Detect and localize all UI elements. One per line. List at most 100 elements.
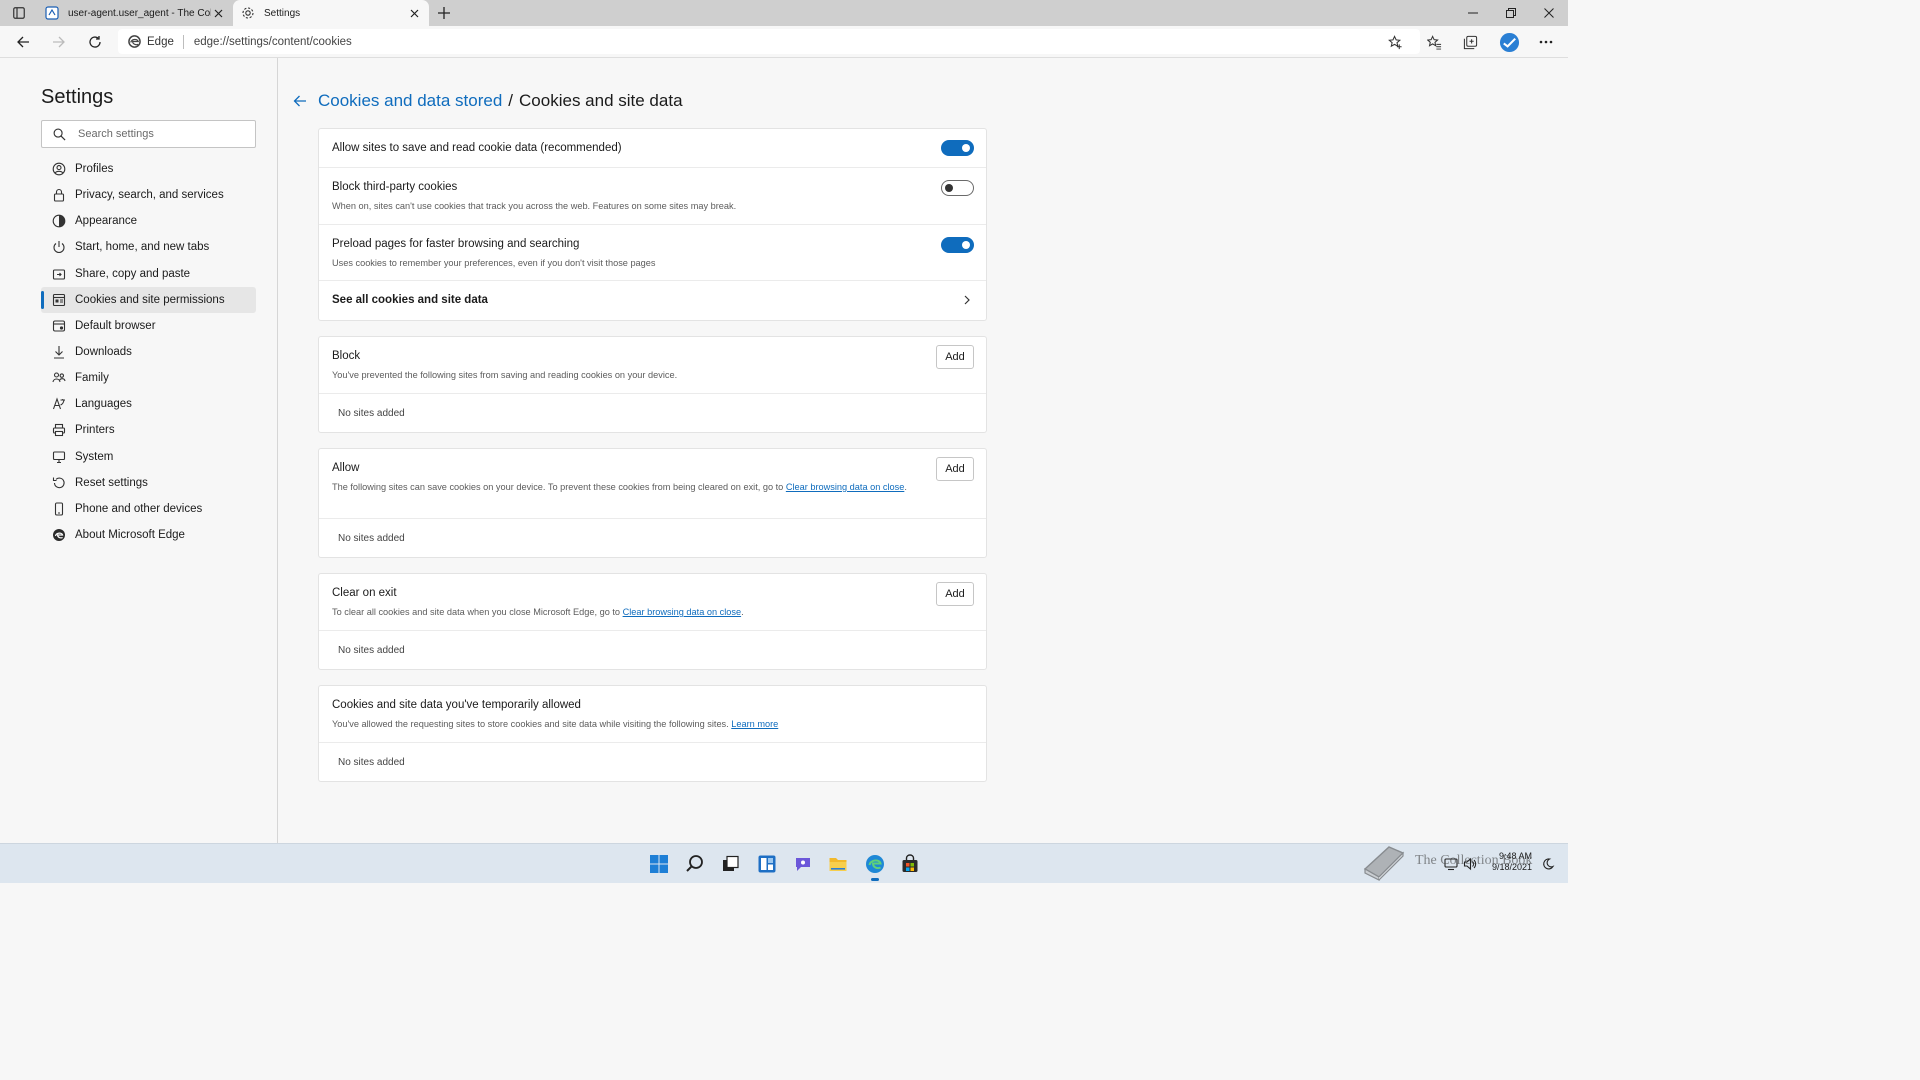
store-icon[interactable] xyxy=(899,853,921,875)
tab-strip: user-agent.user_agent - The Coll Setting… xyxy=(0,0,1568,26)
sidebar-item-label: About Microsoft Edge xyxy=(75,529,185,542)
sidebar-item-privacy[interactable]: Privacy, search, and services xyxy=(41,182,256,208)
section-title: Block xyxy=(332,350,361,362)
favorites-icon[interactable] xyxy=(1425,33,1443,51)
close-window-icon[interactable] xyxy=(1531,0,1567,26)
sidebar-item-label: Share, copy and paste xyxy=(75,267,191,280)
allow-card: Allow The following sites can save cooki… xyxy=(318,448,987,558)
sidebar-item-languages[interactable]: Languages xyxy=(41,391,256,417)
description-end: . xyxy=(904,482,907,492)
allow-add-button[interactable]: Add xyxy=(936,457,974,481)
sidebar-item-label: Phone and other devices xyxy=(75,502,203,515)
profile-avatar[interactable] xyxy=(1498,31,1520,53)
power-icon xyxy=(53,241,65,254)
section-description: To clear all cookies and site data when … xyxy=(332,606,922,619)
sidebar-item-appearance[interactable]: Appearance xyxy=(41,208,256,234)
search-settings[interactable] xyxy=(41,120,256,148)
breadcrumb-separator: / xyxy=(508,91,514,110)
sidebar-item-reset[interactable]: Reset settings xyxy=(41,470,256,496)
address-bar[interactable]: Edge edge://settings/content/cookies xyxy=(118,29,1420,54)
sidebar-item-cookies[interactable]: Cookies and site permissions xyxy=(41,286,256,313)
file-explorer-icon[interactable] xyxy=(827,853,849,875)
allow-cookies-toggle[interactable] xyxy=(941,140,974,156)
sidebar-item-family[interactable]: Family xyxy=(41,365,256,391)
more-icon[interactable] xyxy=(1537,33,1555,51)
sidebar-item-label: Reset settings xyxy=(75,476,148,489)
start-icon[interactable] xyxy=(648,853,670,875)
sidebar-item-default-browser[interactable]: Default browser xyxy=(41,313,256,339)
breadcrumb-parent-link[interactable]: Cookies and data stored xyxy=(318,91,502,111)
address-toolbar: Edge edge://settings/content/cookies xyxy=(0,26,1568,58)
sidebar-item-start-home[interactable]: Start, home, and new tabs xyxy=(41,234,256,260)
empty-state: No sites added xyxy=(338,645,405,656)
new-tab-icon[interactable] xyxy=(436,5,452,21)
sidebar-item-share[interactable]: Share, copy and paste xyxy=(41,261,256,287)
setting-preload-pages: Preload pages for faster browsing and se… xyxy=(319,225,986,281)
settings-main: Cookies and data stored / Cookies and si… xyxy=(278,58,1568,843)
chevron-right-icon xyxy=(964,295,970,305)
allow-header: Allow The following sites can save cooki… xyxy=(319,449,986,519)
search-input[interactable] xyxy=(76,127,240,141)
clear-browsing-data-link[interactable]: Clear browsing data on close xyxy=(623,607,741,617)
refresh-icon[interactable] xyxy=(86,33,104,51)
tab-settings[interactable]: Settings xyxy=(233,0,429,26)
address-separator xyxy=(182,34,184,49)
close-icon[interactable] xyxy=(211,6,225,20)
chat-icon[interactable] xyxy=(792,853,814,875)
sidebar-item-about[interactable]: About Microsoft Edge xyxy=(41,522,256,548)
reset-icon xyxy=(52,477,65,488)
tab-actions-icon[interactable] xyxy=(8,4,30,22)
sidebar-item-label: Printers xyxy=(75,424,115,437)
sidebar-item-profiles[interactable]: Profiles xyxy=(41,156,256,182)
sidebar-item-label: Profiles xyxy=(75,163,114,176)
edge-badge: Edge xyxy=(128,35,174,48)
collections-icon[interactable] xyxy=(1461,33,1479,51)
section-title: Cookies and site data you've temporarily… xyxy=(332,699,581,711)
tab-title: Settings xyxy=(264,7,301,19)
sidebar-item-phone[interactable]: Phone and other devices xyxy=(41,496,256,522)
forward-icon[interactable] xyxy=(50,33,68,51)
clear-on-exit-add-button[interactable]: Add xyxy=(936,582,974,606)
sidebar-item-label: Cookies and site permissions xyxy=(75,293,225,306)
clear-on-exit-header: Clear on exit To clear all cookies and s… xyxy=(319,574,986,631)
learn-more-link[interactable]: Learn more xyxy=(731,719,778,729)
sidebar-item-printers[interactable]: Printers xyxy=(41,417,256,443)
gear-icon xyxy=(241,6,255,20)
lock-icon xyxy=(53,189,65,202)
section-title: Clear on exit xyxy=(332,587,397,599)
system-icon xyxy=(52,451,66,463)
section-description: The following sites can save cookies on … xyxy=(332,481,922,494)
close-icon[interactable] xyxy=(407,6,421,20)
restore-icon[interactable] xyxy=(1493,0,1529,26)
preload-pages-toggle[interactable] xyxy=(941,237,974,253)
printer-icon xyxy=(52,424,66,437)
empty-state: No sites added xyxy=(338,408,405,419)
sidebar-item-label: Privacy, search, and services xyxy=(75,189,224,202)
block-add-button[interactable]: Add xyxy=(936,345,974,369)
settings-sidebar: Settings Profiles Privacy, search, and s… xyxy=(0,58,278,843)
search-icon[interactable] xyxy=(684,853,706,875)
back-icon[interactable] xyxy=(14,33,32,51)
setting-description: Uses cookies to remember your preference… xyxy=(332,258,656,268)
widgets-icon[interactable] xyxy=(756,853,778,875)
edge-icon[interactable] xyxy=(864,853,886,881)
back-arrow-icon[interactable] xyxy=(292,93,308,109)
temporarily-allowed-list: No sites added xyxy=(319,743,986,783)
add-favorite-icon[interactable] xyxy=(1386,33,1404,51)
block-third-party-toggle[interactable] xyxy=(941,180,974,196)
edge-icon xyxy=(128,35,141,48)
minimize-icon[interactable] xyxy=(1455,0,1491,26)
clear-browsing-data-link[interactable]: Clear browsing data on close xyxy=(786,482,904,492)
document-icon xyxy=(45,6,59,20)
settings-nav: Profiles Privacy, search, and services A… xyxy=(41,156,256,548)
allow-list: No sites added xyxy=(319,519,986,559)
task-view-icon[interactable] xyxy=(719,853,741,875)
address-url[interactable]: edge://settings/content/cookies xyxy=(194,36,352,48)
sidebar-item-label: Default browser xyxy=(75,319,156,332)
section-description: You've allowed the requesting sites to s… xyxy=(332,718,922,731)
tab-user-agent[interactable]: user-agent.user_agent - The Coll xyxy=(37,0,233,26)
sidebar-item-downloads[interactable]: Downloads xyxy=(41,339,256,365)
sidebar-item-system[interactable]: System xyxy=(41,444,256,470)
block-card: Block You've prevented the following sit… xyxy=(318,336,987,433)
see-all-cookies-row[interactable]: See all cookies and site data xyxy=(319,281,986,320)
